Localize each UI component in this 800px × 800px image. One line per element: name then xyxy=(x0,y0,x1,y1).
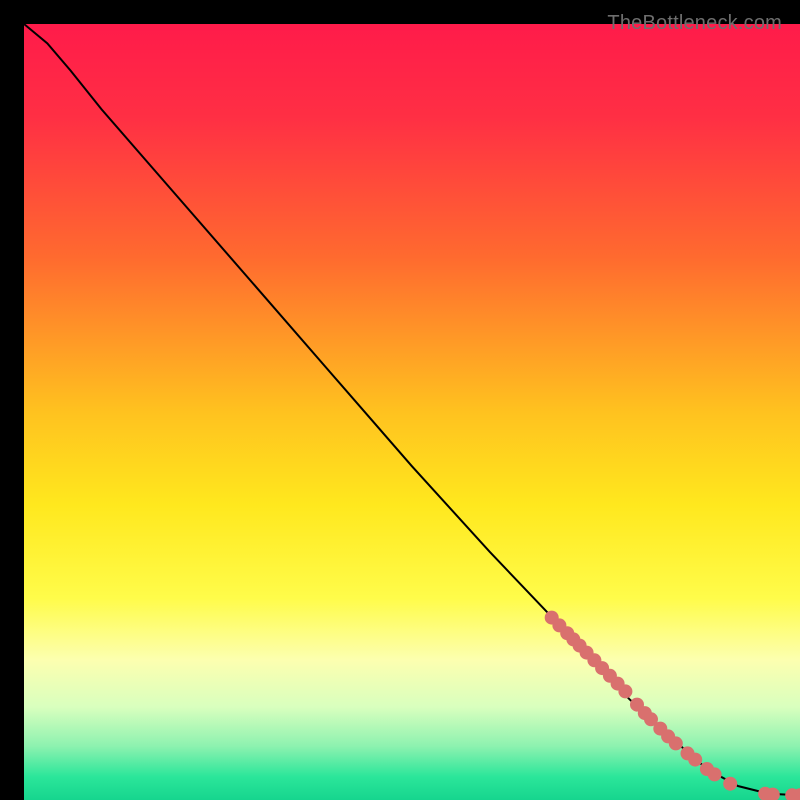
data-marker xyxy=(708,767,722,781)
data-marker xyxy=(723,777,737,791)
data-marker xyxy=(669,736,683,750)
data-marker xyxy=(618,684,632,698)
data-marker xyxy=(688,753,702,767)
chart-frame: TheBottleneck.com xyxy=(12,12,788,788)
watermark-text: TheBottleneck.com xyxy=(607,12,782,35)
chart-background xyxy=(24,24,800,800)
bottleneck-curve-chart xyxy=(24,24,800,800)
